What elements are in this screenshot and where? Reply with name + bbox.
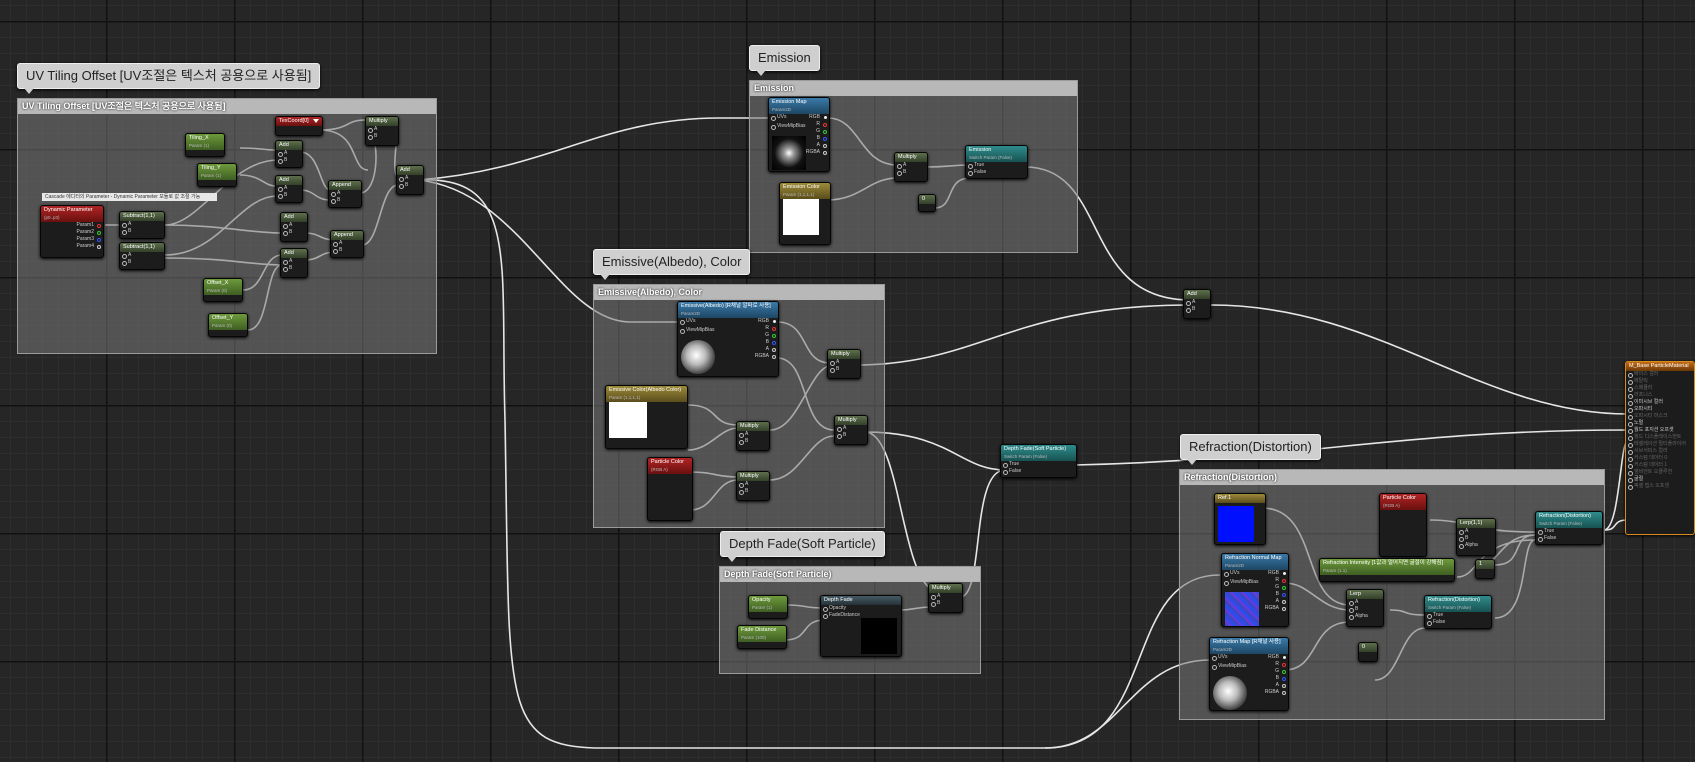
- wire: [1074, 429, 1629, 466]
- comment-header: Depth Fade(Soft Particle): [720, 567, 980, 582]
- material-graph-canvas[interactable]: UV Tiling Offset [UV조절은 텍스처 공용으로 사용됨] UV…: [0, 0, 1695, 762]
- refraction-map-node[interactable]: Refraction Map [R채널 사용] Param2D UVs ViewM…: [1209, 637, 1289, 711]
- constant-node[interactable]: 1: [1475, 559, 1495, 579]
- emission-color-node[interactable]: Emission Color Param (1,1,1,1): [779, 182, 831, 245]
- multiply-node[interactable]: Multiply A B: [736, 421, 770, 451]
- texture-thumbnail: [1213, 676, 1247, 710]
- preview-thumbnail: [861, 618, 897, 654]
- append-node[interactable]: Append A B: [330, 230, 364, 258]
- constant-node[interactable]: 0: [918, 194, 936, 212]
- lerp-node[interactable]: Lerp(1,1) A B Alpha: [1456, 518, 1496, 556]
- opacity-param-node[interactable]: Opacity Param (1): [748, 595, 788, 619]
- comment-header: Refraction(Distortion): [1180, 470, 1604, 485]
- tiling-y-param-node[interactable]: Tiling_Y Param (1): [197, 163, 237, 187]
- fade-distance-param-node[interactable]: Fade Distance Param (100): [737, 625, 787, 649]
- add-node[interactable]: Add A B: [280, 212, 308, 242]
- material-result-node[interactable]: M_Base ParticleMaterial 베이스 컬러 메탈릭 스페큘러 …: [1625, 361, 1695, 535]
- add-node[interactable]: Add A B: [280, 248, 308, 278]
- wire: [854, 304, 1191, 366]
- particle-color-node[interactable]: Particle Color (RGB A): [1379, 493, 1427, 557]
- chevron-down-icon: [313, 119, 319, 123]
- color-swatch: [609, 402, 647, 438]
- comment-bubble-refraction[interactable]: Refraction(Distortion): [1180, 434, 1321, 465]
- comment-header: UV Tiling Offset [UV조절은 텍스처 공용으로 사용됨]: [18, 99, 436, 114]
- emission-switch-node[interactable]: Emission Switch Param (False) True False: [965, 145, 1028, 179]
- texture-thumbnail: [772, 136, 806, 170]
- refraction-color-node[interactable]: Ref.1: [1214, 493, 1266, 545]
- subtract-node[interactable]: Subtract(1,1) A B: [119, 242, 165, 270]
- particle-color-node[interactable]: Particle Color (RGB A): [647, 457, 693, 521]
- refraction-intensity-param-node[interactable]: Refraction Intensity [1값과 멀어지면 굴절이 강해짐] P…: [1319, 558, 1455, 582]
- wire: [864, 431, 1006, 471]
- add-node[interactable]: Add A B: [396, 165, 424, 195]
- multiply-node[interactable]: Multiply A B: [736, 471, 770, 501]
- comment-bubble-emissive[interactable]: Emissive(Albedo), Color: [593, 249, 751, 280]
- cascade-note: Cascade 에디터의 Parameter - Dynamic Paramet…: [42, 193, 217, 201]
- dynamic-parameter-node[interactable]: Dynamic Parameter (p0..p3) Param1 Param2 …: [40, 205, 104, 258]
- refraction-switch-node[interactable]: Refraction(Distortion) Switch Param (Fals…: [1535, 511, 1603, 545]
- multiply-node[interactable]: Multiply A B: [894, 152, 928, 182]
- comment-header: Emission: [750, 81, 1077, 96]
- comment-header: Emissive(Albedo), Color: [594, 285, 884, 300]
- depth-fade-node[interactable]: Depth Fade Opacity FadeDistance: [820, 595, 902, 657]
- offset-y-param-node[interactable]: Offset_Y Param (0): [208, 313, 248, 337]
- tiling-x-param-node[interactable]: Tiling_X Param (1): [185, 133, 225, 157]
- multiply-node[interactable]: Multiply A B: [834, 415, 868, 445]
- multiply-node[interactable]: Multiply A B: [928, 583, 963, 613]
- texture-thumbnail: [681, 340, 715, 374]
- color-swatch: [783, 199, 819, 235]
- depth-fade-switch-node[interactable]: Depth Fade(Soft Particle) Switch Param (F…: [1000, 444, 1077, 478]
- comment-bubble-depth-fade[interactable]: Depth Fade(Soft Particle): [720, 531, 885, 562]
- emission-map-node[interactable]: Emission Map Param2D UVs ViewMipBias RGB …: [768, 97, 830, 172]
- emissive-color-node[interactable]: Emissive Color(Albedo Color) Param (1,1,1…: [605, 385, 688, 449]
- multiply-node[interactable]: Multiply A B: [365, 116, 399, 146]
- wire: [417, 117, 770, 181]
- add-node[interactable]: Add A B: [275, 140, 303, 168]
- add-node[interactable]: Add A B: [1183, 289, 1211, 319]
- append-node[interactable]: Append A B: [328, 180, 362, 208]
- color-swatch: [1218, 506, 1254, 542]
- offset-x-param-node[interactable]: Offset_X Param (0): [203, 278, 243, 302]
- emissive-albedo-texture-node[interactable]: Emissive(Albedo) [R채널 알파로 사용] Param2D UVs…: [677, 301, 779, 377]
- lerp-node[interactable]: Lerp A B Alpha: [1346, 589, 1384, 627]
- normal-map-thumbnail: [1225, 592, 1259, 626]
- constant-node[interactable]: 0: [1358, 642, 1378, 662]
- wire: [1210, 304, 1629, 415]
- refraction-switch-node[interactable]: Refraction(Distortion) Switch Param (Fals…: [1424, 595, 1492, 629]
- comment-bubble-emission[interactable]: Emission: [749, 45, 820, 76]
- multiply-node[interactable]: Multiply A B: [827, 349, 861, 379]
- add-node[interactable]: Add A B: [275, 175, 303, 203]
- subtract-node[interactable]: Subtract(1,1) A B: [119, 211, 165, 239]
- comment-bubble-uv[interactable]: UV Tiling Offset [UV조절은 텍스처 공용으로 사용됨]: [17, 63, 321, 94]
- refraction-normal-map-node[interactable]: Refraction Normal Map Param2D UVs ViewMip…: [1221, 553, 1289, 627]
- texcoord-node[interactable]: TexCoord[0]: [275, 116, 323, 136]
